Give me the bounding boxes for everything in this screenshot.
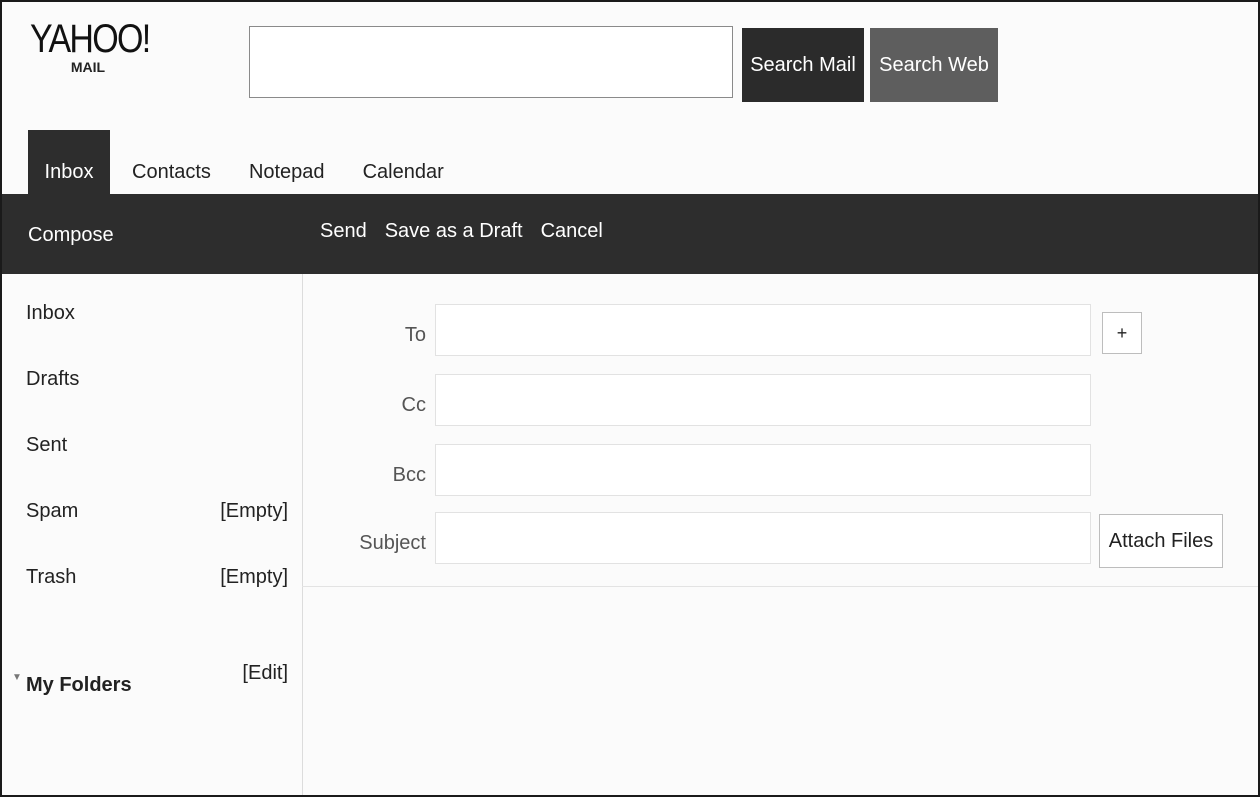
search-web-button[interactable]: Search Web (870, 28, 998, 102)
subject-field[interactable] (435, 512, 1091, 564)
sidebar-item-label: Inbox (26, 302, 75, 324)
bcc-field[interactable] (435, 444, 1091, 496)
sidebar-item-label: Trash (26, 566, 77, 588)
sidebar-item-label: Sent (26, 434, 68, 456)
add-recipient-button[interactable]: + (1102, 312, 1142, 354)
send-button[interactable]: Send (320, 220, 367, 243)
tab-notepad[interactable]: Notepad (249, 130, 325, 194)
cc-label: Cc (401, 394, 426, 416)
tab-inbox[interactable]: Inbox (28, 130, 110, 194)
attach-files-button[interactable]: Attach Files (1099, 514, 1223, 568)
main-tabs: Inbox Contacts Notepad Calendar (28, 130, 444, 194)
compose-toolbar: Compose Send Save as a Draft Cancel (2, 194, 1258, 274)
form-divider (302, 586, 1258, 587)
bcc-label: Bcc (392, 464, 426, 486)
search-input[interactable] (249, 26, 733, 98)
collapse-triangle-icon[interactable]: ▼ (12, 672, 22, 683)
logo-subtitle: MAIL (70, 59, 106, 75)
mail-window: YAHOO! MAIL Search Mail Search Web Inbox… (0, 0, 1260, 797)
tab-contacts[interactable]: Contacts (132, 130, 211, 194)
empty-spam-link[interactable]: [Empty] (220, 500, 288, 523)
sidebar-item-inbox[interactable]: Inbox (26, 302, 288, 325)
yahoo-mail-logo[interactable]: YAHOO! MAIL (30, 18, 160, 74)
folder-sidebar: Inbox Drafts Sent Spam [Empty] Trash [Em… (2, 274, 303, 795)
compose-button[interactable]: Compose (28, 224, 114, 247)
save-draft-button[interactable]: Save as a Draft (385, 220, 523, 243)
empty-trash-link[interactable]: [Empty] (220, 566, 288, 589)
compose-actions: Send Save as a Draft Cancel (320, 220, 603, 243)
search-mail-button[interactable]: Search Mail (742, 28, 864, 102)
tab-calendar[interactable]: Calendar (363, 130, 444, 194)
my-folders-label[interactable]: My Folders (26, 674, 132, 697)
edit-folders-link[interactable]: [Edit] (242, 662, 288, 685)
to-label: To (404, 324, 426, 346)
cancel-button[interactable]: Cancel (541, 220, 603, 243)
subject-label: Subject (359, 532, 426, 554)
sidebar-item-sent[interactable]: Sent (26, 434, 288, 457)
sidebar-item-drafts[interactable]: Drafts (26, 368, 288, 391)
to-field[interactable] (435, 304, 1091, 356)
cc-field[interactable] (435, 374, 1091, 426)
sidebar-item-label: Drafts (26, 368, 80, 390)
sidebar-item-label: Spam (26, 500, 79, 522)
logo-wordmark: YAHOO! (30, 17, 151, 61)
sidebar-item-spam[interactable]: Spam [Empty] (26, 500, 288, 523)
sidebar-item-trash[interactable]: Trash [Empty] (26, 566, 288, 589)
